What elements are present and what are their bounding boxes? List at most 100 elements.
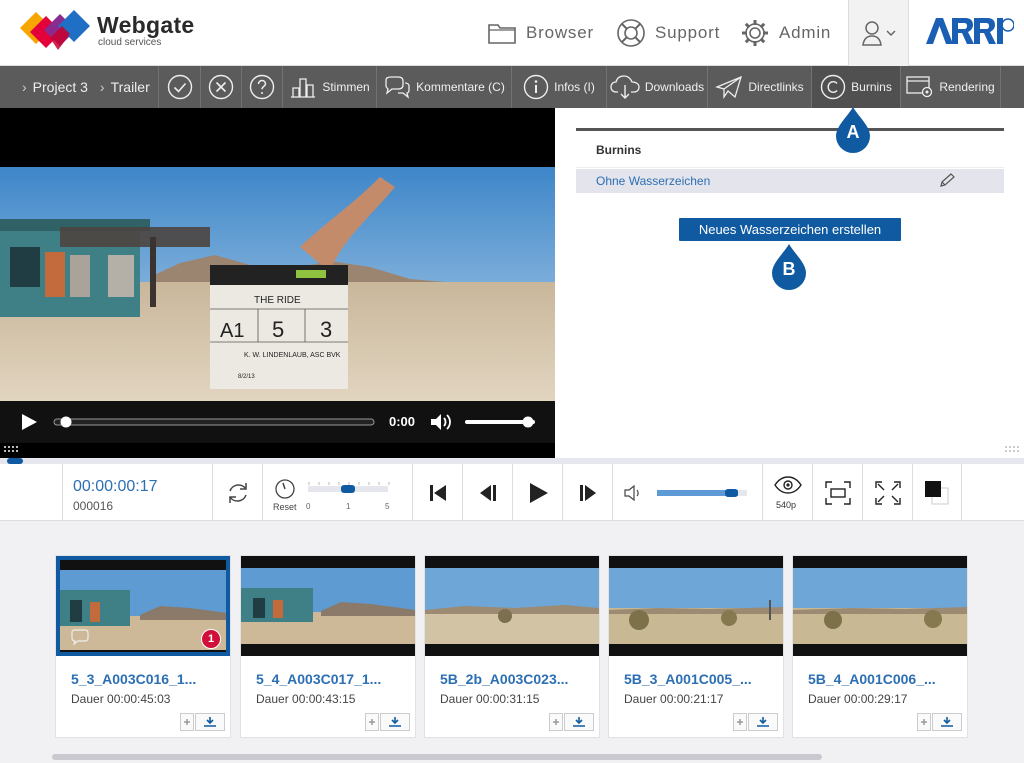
- clip-thumb-image: [425, 568, 599, 644]
- plus-icon: [553, 719, 559, 725]
- play-button[interactable]: [513, 464, 563, 521]
- downloads-button[interactable]: Downloads: [606, 66, 707, 108]
- marker-a-label: A: [846, 122, 860, 142]
- clip-thumbnail[interactable]: [793, 556, 967, 656]
- volume-slider[interactable]: [657, 489, 747, 497]
- background-toggle-button[interactable]: [913, 464, 962, 521]
- slate-date: 8/2/13: [238, 374, 255, 380]
- kommentare-button[interactable]: Kommentare (C): [376, 66, 511, 108]
- fit-frame-button[interactable]: [813, 464, 863, 521]
- speed-slider[interactable]: [307, 482, 391, 496]
- arri-logo: [926, 18, 1014, 44]
- color-swatch-icon: [925, 480, 949, 504]
- clip-card[interactable]: 5B_4_A001C006_... Dauer 00:00:29:17: [792, 555, 968, 738]
- speed-tick-5: 5: [385, 502, 390, 511]
- resize-grip-left[interactable]: [4, 446, 20, 454]
- video-controls: 0:00: [0, 401, 555, 443]
- speed-tick-1: 1: [346, 502, 351, 511]
- reject-button[interactable]: [200, 66, 241, 108]
- directlinks-button[interactable]: Directlinks: [707, 66, 811, 108]
- step-forward-button[interactable]: [563, 464, 613, 521]
- step-forward-icon: [579, 484, 596, 501]
- plus-icon: [184, 719, 190, 725]
- clip-thumb-image: [793, 568, 967, 644]
- refresh-icon: [228, 482, 247, 503]
- help-button[interactable]: [241, 66, 282, 108]
- clip-card[interactable]: 5_4_A003C017_1... Dauer 00:00:43:15: [240, 555, 416, 738]
- clip-thumbnail[interactable]: [609, 556, 783, 656]
- seek-bar[interactable]: [52, 416, 376, 428]
- speedometer-icon[interactable]: [275, 479, 295, 499]
- breadcrumb-project[interactable]: Project 3: [33, 79, 88, 95]
- clip-add-button[interactable]: [733, 713, 747, 731]
- nav-support[interactable]: Support: [616, 0, 720, 66]
- webgate-logo[interactable]: [20, 8, 92, 52]
- user-menu[interactable]: [848, 0, 909, 66]
- play-icon[interactable]: [20, 413, 38, 431]
- clip-card[interactable]: 1 5_3_A003C016_1... Dauer 00:00:45:03: [55, 555, 231, 738]
- comment-icon[interactable]: [70, 629, 90, 645]
- burnins-button[interactable]: Burnins: [811, 66, 900, 108]
- rendering-button[interactable]: Rendering: [900, 66, 1001, 108]
- reset-label[interactable]: Reset: [273, 502, 297, 512]
- volume-icon[interactable]: [429, 412, 453, 432]
- loop-button[interactable]: [213, 464, 263, 521]
- clip-add-button[interactable]: [549, 713, 563, 731]
- clip-duration: Dauer 00:00:21:17: [624, 692, 724, 706]
- download-icon: [573, 717, 585, 727]
- clip-add-button[interactable]: [917, 713, 931, 731]
- burnins-label: Burnins: [851, 80, 892, 94]
- clip-name[interactable]: 5_3_A003C016_1...: [71, 671, 196, 687]
- nav-browser[interactable]: Browser: [487, 0, 594, 66]
- directlinks-label: Directlinks: [748, 80, 804, 94]
- slate-take: 3: [320, 317, 332, 342]
- video-player[interactable]: THE RIDE A1 5 3 K. W. LINDENLAUB, ASC BV…: [0, 108, 555, 458]
- stimmen-button[interactable]: Stimmen: [282, 66, 376, 108]
- gear-icon: [742, 20, 768, 46]
- brand: Webgate cloud services: [97, 13, 195, 49]
- clip-name[interactable]: 5B_3_A001C005_...: [624, 671, 752, 687]
- pencil-icon[interactable]: [938, 173, 956, 189]
- download-icon: [204, 717, 216, 727]
- volume-slider[interactable]: [464, 416, 536, 428]
- clip-add-button[interactable]: [365, 713, 379, 731]
- clip-thumbnail[interactable]: [241, 556, 415, 656]
- render-settings-icon: [906, 76, 933, 98]
- video-time: 0:00: [389, 414, 416, 429]
- clip-add-button[interactable]: [180, 713, 194, 731]
- downloads-label: Downloads: [644, 80, 705, 94]
- download-icon: [941, 717, 953, 727]
- infos-button[interactable]: Infos (I): [511, 66, 606, 108]
- clip-name[interactable]: 5_4_A003C017_1...: [256, 671, 381, 687]
- clip-download-button[interactable]: [748, 713, 778, 731]
- clip-duration: Dauer 00:00:43:15: [256, 692, 356, 706]
- clip-download-button[interactable]: [932, 713, 962, 731]
- new-watermark-button[interactable]: Neues Wasserzeichen erstellen: [679, 218, 901, 241]
- player-control-bar: 00:00:00:17 000016 Reset 0 1 5 540p: [0, 464, 1024, 521]
- nav-admin[interactable]: Admin: [740, 0, 831, 66]
- clip-duration: Dauer 00:00:29:17: [808, 692, 908, 706]
- step-back-button[interactable]: [463, 464, 513, 521]
- clip-download-button[interactable]: [195, 713, 225, 731]
- skip-to-start-button[interactable]: [413, 464, 463, 521]
- nav-admin-label: Admin: [779, 23, 832, 42]
- watermark-row[interactable]: Ohne Wasserzeichen: [576, 169, 1004, 193]
- clip-strip-scrollbar[interactable]: [52, 754, 822, 760]
- approve-button[interactable]: [158, 66, 200, 108]
- clip-card[interactable]: 5B_3_A001C005_... Dauer 00:00:21:17: [608, 555, 784, 738]
- volume-icon[interactable]: [623, 484, 643, 502]
- clip-card[interactable]: 5B_2b_A003C023... Dauer 00:00:31:15: [424, 555, 600, 738]
- clip-name[interactable]: 5B_4_A001C006_...: [808, 671, 936, 687]
- quality-button[interactable]: 540p: [763, 464, 813, 521]
- clip-download-button[interactable]: [380, 713, 410, 731]
- plus-icon: [369, 719, 375, 725]
- resize-grip-right[interactable]: [1005, 446, 1021, 454]
- nav-browser-label: Browser: [526, 23, 594, 42]
- fit-frame-icon: [824, 480, 851, 505]
- clip-thumbnail[interactable]: [425, 556, 599, 656]
- watermark-label[interactable]: Ohne Wasserzeichen: [596, 174, 710, 188]
- fullscreen-button[interactable]: [863, 464, 913, 521]
- clip-name[interactable]: 5B_2b_A003C023...: [440, 671, 568, 687]
- breadcrumb-trailer[interactable]: Trailer: [111, 79, 150, 95]
- clip-download-button[interactable]: [564, 713, 594, 731]
